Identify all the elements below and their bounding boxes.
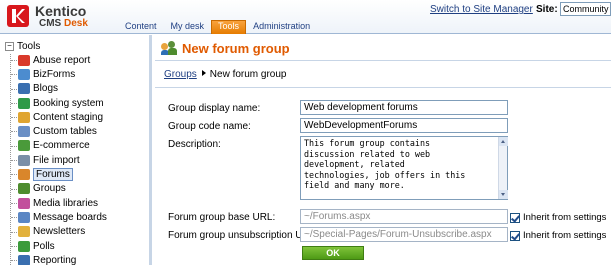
tree-item-newsletters[interactable]: Newsletters xyxy=(11,225,107,239)
polls-icon xyxy=(18,240,30,252)
base-url-label: Forum group base URL: xyxy=(168,212,276,223)
divider xyxy=(155,87,611,88)
page-title-bar: New forum group xyxy=(155,35,611,61)
tree-item-label: Groups xyxy=(33,183,66,195)
scroll-down-icon[interactable] xyxy=(499,190,508,199)
ecommerce-icon xyxy=(18,140,30,152)
tree-item-blogs[interactable]: Blogs xyxy=(11,82,107,96)
code-name-input[interactable]: WebDevelopmentForums xyxy=(300,118,508,133)
media-libraries-icon xyxy=(18,197,30,209)
breadcrumb-current: New forum group xyxy=(209,69,287,80)
tree-item-label: Polls xyxy=(33,240,55,252)
tree-item-polls[interactable]: Polls xyxy=(11,239,107,253)
reporting-icon xyxy=(18,254,30,265)
site-label: Site: xyxy=(536,4,558,15)
custom-tables-icon xyxy=(18,126,30,138)
file-import-icon xyxy=(18,154,30,166)
tab-content[interactable]: Content xyxy=(118,20,164,34)
tree-item-label: BizForms xyxy=(33,68,76,80)
tree-item-label: Reporting xyxy=(33,254,77,265)
tree-item-label: Custom tables xyxy=(33,126,97,138)
kentico-logo[interactable]: Kentico CMS Desk xyxy=(4,1,114,32)
tree-item-ecommerce[interactable]: E-commerce xyxy=(11,139,107,153)
tree-item-content-staging[interactable]: Content staging xyxy=(11,110,107,124)
forum-group-icon xyxy=(161,41,177,55)
description-scrollbar[interactable] xyxy=(498,137,508,199)
main-content: New forum group Groups New forum group Gr… xyxy=(155,35,611,265)
tree-item-groups[interactable]: Groups xyxy=(11,182,107,196)
inherit-unsubscription-url-checkbox[interactable]: Inherit from settings xyxy=(510,230,606,241)
breadcrumb-groups-link[interactable]: Groups xyxy=(164,69,197,80)
tree-items: Abuse report BizForms Blogs Booking syst… xyxy=(11,53,107,265)
inherit-base-url-checkbox[interactable]: Inherit from settings xyxy=(510,212,606,223)
booking-system-icon xyxy=(18,97,30,109)
checkbox-checked-icon[interactable] xyxy=(510,212,520,223)
forums-icon xyxy=(18,169,30,181)
tree-item-label: Abuse report xyxy=(33,54,91,66)
newsletters-icon xyxy=(18,226,30,238)
tree-item-bizforms[interactable]: BizForms xyxy=(11,67,107,81)
header-bar: Kentico CMS Desk Switch to Site Manager … xyxy=(0,0,611,34)
tree-item-file-import[interactable]: File import xyxy=(11,153,107,167)
tree-item-custom-tables[interactable]: Custom tables xyxy=(11,124,107,138)
tree-root-tools[interactable]: − Tools xyxy=(5,41,40,53)
code-name-label: Group code name: xyxy=(168,121,251,132)
groups-icon xyxy=(18,183,30,195)
tree-item-media-libraries[interactable]: Media libraries xyxy=(11,196,107,210)
tree-item-label: Media libraries xyxy=(33,197,99,209)
inherit-label: Inherit from settings xyxy=(523,230,607,241)
main-tabs: Content My desk Tools Administration xyxy=(118,20,317,34)
description-textarea[interactable]: This forum group contains discussion rel… xyxy=(300,136,508,200)
tree-item-forums[interactable]: Forums xyxy=(11,167,107,182)
breadcrumb: Groups New forum group xyxy=(164,69,287,80)
tree-item-label: Forums xyxy=(33,168,73,182)
description-label: Description: xyxy=(168,139,221,150)
tree-item-booking-system[interactable]: Booking system xyxy=(11,96,107,110)
tree-item-reporting[interactable]: Reporting xyxy=(11,253,107,265)
message-boards-icon xyxy=(18,211,30,223)
breadcrumb-arrow-icon xyxy=(201,70,206,76)
site-select[interactable]: Community xyxy=(560,2,611,16)
tree-item-label: Content staging xyxy=(33,111,104,123)
kentico-logo-icon xyxy=(6,4,30,28)
bizforms-icon xyxy=(18,68,30,80)
inherit-label: Inherit from settings xyxy=(523,212,607,223)
page-title: New forum group xyxy=(182,41,290,56)
display-name-input[interactable]: Web development forums xyxy=(300,100,508,115)
logo-sub-main: CMS xyxy=(39,18,62,29)
tree-item-label: Message boards xyxy=(33,211,107,223)
scroll-up-icon[interactable] xyxy=(499,137,508,146)
tree-item-label: Blogs xyxy=(33,83,59,95)
tree-item-abuse-report[interactable]: Abuse report xyxy=(11,53,107,67)
display-name-label: Group display name: xyxy=(168,103,261,114)
tree-item-label: E-commerce xyxy=(33,140,90,152)
base-url-input[interactable]: ~/Forums.aspx xyxy=(300,209,508,224)
content-staging-icon xyxy=(18,111,30,123)
logo-sub-accent: Desk xyxy=(64,18,88,29)
collapse-icon[interactable]: − xyxy=(5,42,14,51)
unsubscription-url-label: Forum group unsubscription URL: xyxy=(168,230,319,241)
tools-tree: − Tools Abuse report BizForms Blogs Booki… xyxy=(0,35,152,265)
tab-my-desk[interactable]: My desk xyxy=(164,20,212,34)
tree-item-message-boards[interactable]: Message boards xyxy=(11,210,107,224)
tab-administration[interactable]: Administration xyxy=(246,20,317,34)
tree-root-label: Tools xyxy=(17,41,41,52)
blogs-icon xyxy=(18,83,30,95)
logo-subtitle: CMS Desk xyxy=(39,18,88,29)
switch-to-site-manager-link[interactable]: Switch to Site Manager xyxy=(430,4,533,15)
tree-item-label: Booking system xyxy=(33,97,104,109)
abuse-report-icon xyxy=(18,54,30,66)
unsubscription-url-input[interactable]: ~/Special-Pages/Forum-Unsubscribe.aspx xyxy=(300,227,508,242)
ok-button[interactable]: OK xyxy=(302,246,364,260)
checkbox-checked-icon[interactable] xyxy=(510,230,520,241)
tab-tools[interactable]: Tools xyxy=(211,20,247,34)
logo-wordmark: Kentico xyxy=(35,3,87,19)
tree-item-label: Newsletters xyxy=(33,226,86,238)
tree-item-label: File import xyxy=(33,154,80,166)
